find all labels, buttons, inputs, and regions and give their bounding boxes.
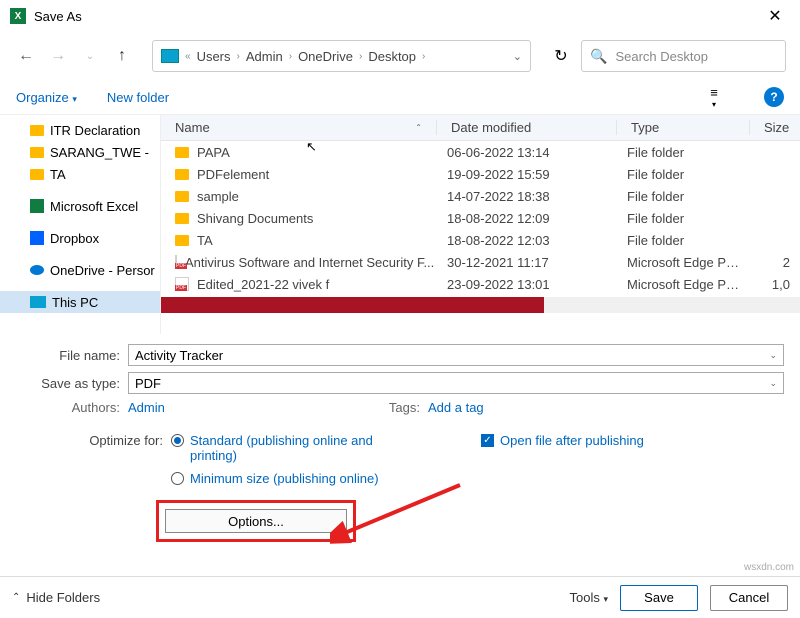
folder-icon (175, 213, 189, 224)
cancel-button[interactable]: Cancel (710, 585, 788, 611)
header-date[interactable]: Date modified (437, 120, 617, 135)
forward-icon[interactable]: → (46, 47, 70, 65)
table-row[interactable]: PAPA06-06-2022 13:14File folder (161, 141, 800, 163)
authors-value[interactable]: Admin (128, 400, 378, 415)
tools-menu[interactable]: Tools ▾ (569, 590, 608, 605)
table-row[interactable]: sample14-07-2022 18:38File folder (161, 185, 800, 207)
sidebar-item[interactable]: SARANG_TWE - (0, 141, 160, 163)
main-area: ITR Declaration SARANG_TWE - TA Microsof… (0, 114, 800, 334)
sidebar-item[interactable]: ITR Declaration (0, 119, 160, 141)
up-icon[interactable]: ↑ (110, 47, 134, 65)
excel-icon (30, 199, 44, 213)
bottom-bar: ⌃Hide Folders Tools ▾ Save Cancel (0, 576, 800, 618)
crumb[interactable]: Admin (246, 49, 283, 64)
filename-input[interactable]: Activity Tracker⌄ (128, 344, 784, 366)
excel-app-icon: X (10, 8, 26, 24)
help-icon[interactable]: ? (764, 87, 784, 107)
onedrive-icon (30, 265, 44, 275)
save-button[interactable]: Save (620, 585, 698, 611)
view-options-icon[interactable]: ≡ ▾ (702, 85, 726, 109)
chevron-right-icon: › (422, 51, 425, 62)
search-input[interactable]: 🔍 Search Desktop (581, 40, 786, 72)
folder-icon (30, 169, 44, 180)
pc-icon (161, 49, 179, 63)
open-after-checkbox[interactable]: ✓ Open file after publishing (481, 433, 644, 448)
radio-icon (171, 472, 184, 485)
chevron-down-icon[interactable]: ⌄ (769, 350, 777, 361)
pdf-icon (175, 255, 177, 269)
folder-icon (30, 147, 44, 158)
header-type[interactable]: Type (617, 120, 750, 135)
table-row[interactable]: Antivirus Software and Internet Security… (161, 251, 800, 273)
chevron-right-icon: › (237, 51, 240, 62)
table-row[interactable]: PDFelement19-09-2022 15:59File folder (161, 163, 800, 185)
sidebar-item[interactable]: Microsoft Excel (0, 195, 160, 217)
address-bar[interactable]: « Users › Admin › OneDrive › Desktop › ⌄ (152, 40, 531, 72)
filename-label: File name: (16, 348, 128, 363)
tags-label: Tags: (378, 400, 428, 415)
chevron-down-icon[interactable]: ⌄ (513, 50, 522, 63)
close-icon[interactable]: ✕ (760, 1, 790, 31)
form-area: File name: Activity Tracker⌄ Save as typ… (0, 334, 800, 542)
header-size[interactable]: Size (750, 120, 800, 135)
tags-value[interactable]: Add a tag (428, 400, 484, 415)
folder-icon (175, 147, 189, 158)
table-row[interactable]: Edited_2021-22 vivek f23-09-2022 13:01Mi… (161, 273, 800, 295)
radio-icon (171, 434, 184, 447)
chevron-down-icon[interactable]: ⌄ (78, 51, 102, 62)
chevron-down-icon[interactable]: ⌄ (769, 378, 777, 389)
pc-icon (30, 296, 46, 308)
search-placeholder: Search Desktop (615, 49, 708, 64)
crumb[interactable]: Users (197, 49, 231, 64)
folder-icon (175, 191, 189, 202)
header-name[interactable]: Name⌃ (161, 120, 437, 135)
crumb[interactable]: Desktop (368, 49, 416, 64)
watermark: wsxdn.com (744, 562, 794, 573)
search-icon: 🔍 (590, 48, 607, 65)
options-highlight: Options... (156, 500, 356, 542)
horizontal-scrollbar[interactable] (161, 297, 800, 313)
refresh-icon[interactable]: ↻ (549, 46, 573, 66)
sort-icon: ⌃ (415, 123, 422, 132)
sidebar-item[interactable]: Dropbox (0, 227, 160, 249)
nav-bar: ← → ⌄ ↑ « Users › Admin › OneDrive › Des… (0, 32, 800, 80)
chevron-icon: « (185, 51, 191, 62)
checkbox-icon: ✓ (481, 434, 494, 447)
folder-icon (175, 169, 189, 180)
sidebar-item-selected[interactable]: This PC (0, 291, 160, 313)
column-headers: Name⌃ Date modified Type Size (161, 115, 800, 141)
organize-menu[interactable]: Organize ▾ (16, 90, 77, 105)
file-area: Name⌃ Date modified Type Size PAPA06-06-… (161, 115, 800, 334)
folder-icon (30, 125, 44, 136)
radio-minimum[interactable]: Minimum size (publishing online) (171, 471, 421, 486)
back-icon[interactable]: ← (14, 47, 38, 65)
toolbar: Organize ▾ New folder ≡ ▾ ? (0, 80, 800, 114)
sidebar-item[interactable]: TA (0, 163, 160, 185)
chevron-right-icon: › (359, 51, 362, 62)
table-row[interactable]: TA18-08-2022 12:03File folder (161, 229, 800, 251)
file-list: PAPA06-06-2022 13:14File folder PDFeleme… (161, 141, 800, 295)
folder-icon (175, 235, 189, 246)
titlebar: X Save As ✕ (0, 0, 800, 32)
sidebar-item[interactable]: OneDrive - Persor (0, 259, 160, 281)
window-title: Save As (34, 9, 760, 24)
options-button[interactable]: Options... (165, 509, 347, 533)
saveas-label: Save as type: (16, 376, 128, 391)
pdf-icon (175, 277, 189, 291)
radio-standard[interactable]: Standard (publishing online and printing… (171, 433, 421, 463)
crumb[interactable]: OneDrive (298, 49, 353, 64)
chevron-right-icon: › (289, 51, 292, 62)
optimize-label: Optimize for: (16, 433, 171, 494)
table-row[interactable]: Shivang Documents18-08-2022 12:09File fo… (161, 207, 800, 229)
authors-label: Authors: (16, 400, 128, 415)
sidebar: ITR Declaration SARANG_TWE - TA Microsof… (0, 115, 161, 334)
saveas-type-select[interactable]: PDF⌄ (128, 372, 784, 394)
hide-folders-toggle[interactable]: ⌃Hide Folders (12, 590, 100, 605)
dropbox-icon (30, 231, 44, 245)
new-folder-button[interactable]: New folder (107, 90, 169, 105)
